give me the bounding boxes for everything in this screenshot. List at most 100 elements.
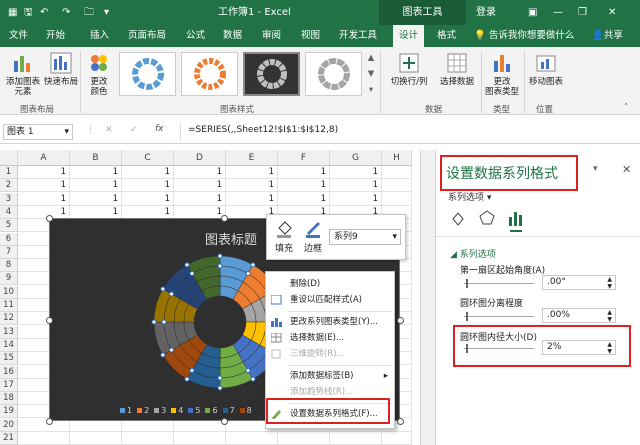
row-header-21[interactable]: 21 <box>0 432 18 445</box>
legend-entry[interactable]: 7 <box>222 406 235 415</box>
resize-handle-icon[interactable] <box>46 317 53 324</box>
cell[interactable]: 1 <box>278 166 330 179</box>
row-header-20[interactable]: 20 <box>0 418 18 432</box>
tab-page-layout[interactable]: 页面布局 <box>128 25 166 47</box>
tab-design[interactable]: 设计 <box>393 25 425 47</box>
login-link[interactable]: 登录 <box>476 0 496 25</box>
column-header-g[interactable]: G <box>330 150 382 166</box>
tab-review[interactable]: 审阅 <box>262 25 281 47</box>
chart-style-1[interactable] <box>119 52 176 96</box>
slider-thumb[interactable] <box>466 312 468 321</box>
tab-home[interactable]: 开始 <box>46 25 65 47</box>
cell[interactable] <box>382 192 412 206</box>
tab-insert[interactable]: 插入 <box>90 25 109 47</box>
menu-item-select-data[interactable]: 选择数据(E)... <box>266 330 394 346</box>
row-header-2[interactable]: 2 <box>0 179 18 193</box>
chart-style-2[interactable] <box>181 52 238 96</box>
chart-legend[interactable]: 1 2 3 4 5 6 7 8 <box>120 406 252 418</box>
restore-icon[interactable]: ❐ <box>578 0 587 25</box>
row-header-15[interactable]: 15 <box>0 352 18 366</box>
cell[interactable]: 1 <box>70 179 122 193</box>
tab-file[interactable]: 文件 <box>9 25 28 47</box>
row-header-16[interactable]: 16 <box>0 365 18 379</box>
cell[interactable] <box>226 432 278 445</box>
cell[interactable]: 1 <box>122 205 174 219</box>
cancel-entry-icon[interactable]: ✕ <box>105 125 113 135</box>
column-header-c[interactable]: C <box>122 150 174 166</box>
name-box[interactable]: 图表 1 ▾ <box>3 124 73 140</box>
cell[interactable]: 1 <box>174 192 226 206</box>
change-colors-button[interactable]: 更改 颜色 <box>84 51 114 97</box>
confirm-entry-icon[interactable]: ✓ <box>130 125 138 135</box>
cell[interactable]: 1 <box>18 179 70 193</box>
tab-data[interactable]: 数据 <box>223 25 242 47</box>
fill-line-icon[interactable] <box>450 210 466 226</box>
chart-style-4[interactable] <box>305 52 362 96</box>
series-options-chart-icon[interactable] <box>508 210 524 228</box>
cell[interactable]: 1 <box>226 166 278 179</box>
donut-explosion-slider[interactable] <box>464 316 534 317</box>
cell[interactable]: 1 <box>278 192 330 206</box>
ribbon-display-icon[interactable]: ▣ <box>528 0 537 25</box>
column-header-b[interactable]: B <box>70 150 122 166</box>
row-header-5[interactable]: 5 <box>0 219 18 233</box>
cell[interactable] <box>174 432 226 445</box>
cell[interactable]: 1 <box>174 166 226 179</box>
cell[interactable]: 1 <box>18 192 70 206</box>
row-header-17[interactable]: 17 <box>0 378 18 392</box>
row-header-9[interactable]: 9 <box>0 272 18 286</box>
cell[interactable]: 1 <box>18 205 70 219</box>
menu-item-add-data-labels[interactable]: 添加数据标签(B) ▸ <box>266 368 394 384</box>
column-header-e[interactable]: E <box>226 150 278 166</box>
quick-layout-button[interactable]: 快速布局 <box>44 51 78 87</box>
row-header-14[interactable]: 14 <box>0 338 18 352</box>
cell[interactable]: 1 <box>330 179 382 193</box>
tab-developer[interactable]: 开发工具 <box>339 25 377 47</box>
add-chart-element-button[interactable]: 添加图表 元素 <box>2 51 44 97</box>
cell[interactable] <box>330 432 382 445</box>
effects-icon[interactable] <box>479 210 495 226</box>
change-chart-type-button[interactable]: 更改 图表类型 <box>484 51 520 97</box>
minimize-icon[interactable]: — <box>553 0 563 25</box>
resize-handle-icon[interactable] <box>46 418 53 425</box>
formula-input[interactable]: =SERIES(,,Sheet12!$I$1:$I$12,8) <box>188 125 338 135</box>
close-pane-icon[interactable]: ✕ <box>622 163 631 176</box>
close-icon[interactable]: ✕ <box>608 0 616 25</box>
row-header-10[interactable]: 10 <box>0 285 18 299</box>
select-all-corner[interactable] <box>0 150 18 166</box>
column-header-a[interactable]: A <box>18 150 70 166</box>
cell[interactable]: 1 <box>174 205 226 219</box>
row-header-19[interactable]: 19 <box>0 405 18 419</box>
menu-item-reset-style[interactable]: 重设以匹配样式(A) <box>266 292 394 308</box>
resize-handle-icon[interactable] <box>221 418 228 425</box>
styles-scroll-up-icon[interactable]: ▲ <box>366 53 376 63</box>
tab-formulas[interactable]: 公式 <box>186 25 205 47</box>
legend-entry[interactable]: 6 <box>205 406 218 415</box>
cell[interactable]: 1 <box>330 166 382 179</box>
cell[interactable] <box>382 179 412 193</box>
row-header-18[interactable]: 18 <box>0 392 18 406</box>
styles-scroll-down-icon[interactable]: ▼ <box>366 69 376 79</box>
fill-button[interactable]: 填充 <box>271 218 297 254</box>
legend-entry[interactable]: 2 <box>137 406 149 415</box>
collapse-ribbon-icon[interactable]: ˄ <box>624 103 628 113</box>
vertical-scrollbar[interactable] <box>420 150 435 445</box>
row-header-8[interactable]: 8 <box>0 259 18 273</box>
menu-item-delete[interactable]: 删除(D) <box>266 276 394 292</box>
cell[interactable] <box>382 166 412 179</box>
menu-item-change-series-type[interactable]: 更改系列图表类型(Y)... <box>266 314 394 330</box>
legend-entry[interactable]: 1 <box>120 406 132 415</box>
cell[interactable] <box>278 432 330 445</box>
insert-function-icon[interactable]: fx <box>155 124 164 134</box>
resize-handle-icon[interactable] <box>397 418 404 425</box>
cell[interactable]: 1 <box>70 192 122 206</box>
spinner-icon[interactable]: ▲ ▼ <box>607 276 612 290</box>
cell[interactable] <box>122 432 174 445</box>
column-header-d[interactable]: D <box>174 150 226 166</box>
legend-entry[interactable]: 4 <box>171 406 183 415</box>
cell[interactable]: 1 <box>70 205 122 219</box>
chart-style-3-selected[interactable] <box>243 52 300 96</box>
share-button[interactable]: 👤共享 <box>592 25 623 47</box>
legend-entry[interactable]: 5 <box>188 406 200 415</box>
cell[interactable] <box>382 432 412 445</box>
